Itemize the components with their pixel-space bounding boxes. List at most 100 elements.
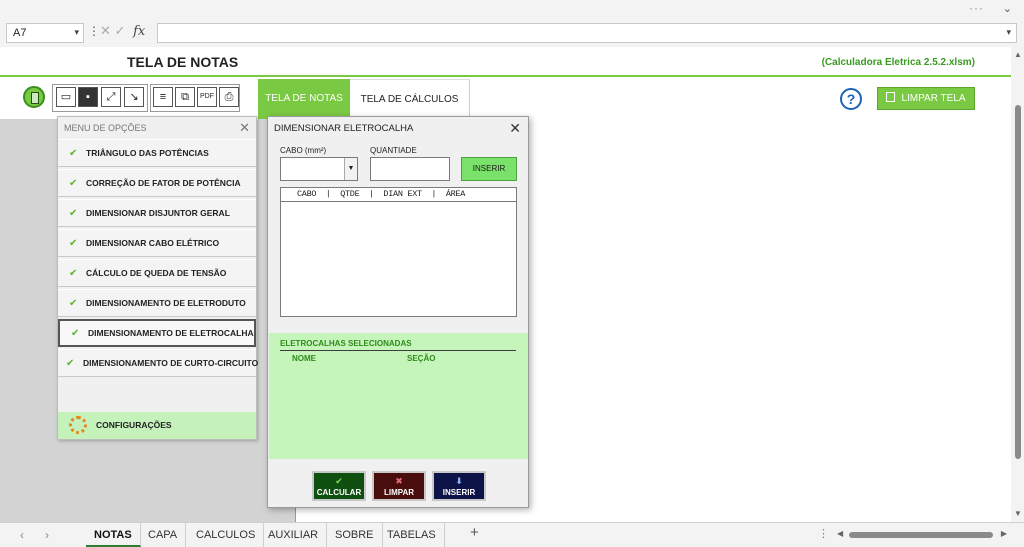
formula-bar: A7 ▾ ⋮ ✕ ✓ fx ▾ xyxy=(0,20,1024,46)
scroll-right-icon[interactable]: ▶ xyxy=(1001,529,1007,538)
limpar-tela-button[interactable]: LIMPAR TELA xyxy=(877,87,975,110)
menu-item-label: TRIÂNGULO DAS POTÊNCIAS xyxy=(86,148,209,158)
check-icon: ✔ xyxy=(69,298,78,309)
formula-options-icon[interactable]: ⋮ xyxy=(88,24,100,38)
check-icon: ✔ xyxy=(335,476,343,486)
fullscreen-icon[interactable]: ⤢ xyxy=(101,87,121,107)
menu-item-triangulo-potencias[interactable]: ✔ TRIÂNGULO DAS POTÊNCIAS xyxy=(58,139,256,167)
scroll-left-icon[interactable]: ◀ xyxy=(837,529,843,538)
column-secao: SEÇÃO xyxy=(407,354,436,363)
name-box[interactable]: A7 ▾ xyxy=(6,23,84,43)
limpar-tela-label: LIMPAR TELA xyxy=(901,93,966,104)
save-as-icon[interactable]: ▪ xyxy=(78,87,98,107)
sheet-tab-tabelas[interactable]: TABELAS xyxy=(379,523,445,547)
menu-item-eletrocalha[interactable]: ✔ DIMENSIONAMENTO DE ELETROCALHA xyxy=(58,319,256,347)
check-icon: ✔ xyxy=(71,328,80,339)
window-top-strip: ··· ⌄ xyxy=(0,0,1024,20)
copy-icon[interactable]: ⧉ xyxy=(175,87,195,107)
arrow-down-icon: ⬇ xyxy=(455,476,463,486)
sheet-tab-notas[interactable]: NOTAS xyxy=(86,523,141,547)
cabo-label: CABO (mm²) xyxy=(280,146,327,155)
menu-item-disjuntor-geral[interactable]: ✔ DIMENSIONAR DISJUNTOR GERAL xyxy=(58,199,256,227)
next-sheet-icon[interactable]: › xyxy=(45,528,49,542)
menu-item-label: DIMENSIONAMENTO DE ELETRODUTO xyxy=(86,298,246,308)
save-icon[interactable]: ▭ xyxy=(56,87,76,107)
scroll-thumb[interactable] xyxy=(849,532,993,538)
limpar-label: LIMPAR xyxy=(383,488,415,497)
menu-item-curto-circuito[interactable]: ✔ DIMENSIONAMENTO DE CURTO-CIRCUITO xyxy=(58,349,258,377)
cell-reference: A7 xyxy=(13,27,27,39)
close-icon[interactable]: ✕ xyxy=(509,120,521,137)
menu-item-label: DIMENSIONAMENTO DE ELETROCALHA xyxy=(88,328,254,338)
check-icon: ✔ xyxy=(69,178,78,189)
menu-item-eletroduto[interactable]: ✔ DIMENSIONAMENTO DE ELETRODUTO xyxy=(58,289,256,317)
insert-function-icon[interactable]: fx xyxy=(133,24,145,39)
pdf-icon[interactable]: PDF xyxy=(197,87,217,107)
check-icon: ✔ xyxy=(66,358,75,369)
menu-item-fator-potencia[interactable]: ✔ CORREÇÃO DE FATOR DE POTÊNCIA xyxy=(58,169,256,197)
close-icon[interactable]: ✕ xyxy=(239,120,250,136)
inserir-label: INSERIR xyxy=(442,488,476,497)
sheet-tab-capa[interactable]: CAPA xyxy=(140,523,187,547)
scroll-thumb[interactable] xyxy=(1015,105,1021,459)
check-icon: ✔ xyxy=(69,238,78,249)
cabos-list[interactable]: CABO | QTDE | DIAN EXT | ÁREA xyxy=(280,187,517,317)
chevron-down-icon[interactable]: ▼ xyxy=(344,158,357,180)
calcular-label: CALCULAR xyxy=(316,488,362,497)
expand-formula-icon[interactable]: ▾ xyxy=(1006,27,1011,38)
help-icon[interactable]: ? xyxy=(840,88,862,110)
list-header: CABO | QTDE | DIAN EXT | ÁREA xyxy=(281,188,516,202)
horizontal-scrollbar[interactable]: ◀ ▶ xyxy=(837,529,1007,539)
close-icon: ✖ xyxy=(395,476,403,486)
minimize-icon[interactable]: ↘ xyxy=(124,87,144,107)
menu-item-label: CORREÇÃO DE FATOR DE POTÊNCIA xyxy=(86,178,241,188)
cabo-select[interactable]: ▼ xyxy=(280,157,358,181)
more-options-icon[interactable]: ⋮ xyxy=(818,527,829,540)
more-options-icon[interactable]: ··· xyxy=(969,1,984,15)
scroll-down-icon[interactable]: ▼ xyxy=(1014,509,1022,518)
gear-icon xyxy=(69,416,87,434)
divider xyxy=(280,350,516,351)
inserir-cabo-button[interactable]: INSERIR xyxy=(461,157,517,181)
toolbar: ▭ ▪ ⤢ ↘ ≡ ⧉ PDF ⎙ TELA DE NOTAS TELA DE … xyxy=(0,79,1011,119)
dimensionar-eletrocalha-dialog: DIMENSIONAR ELETROCALHA ✕ CABO (mm²) ▼ Q… xyxy=(267,116,529,508)
selected-eletrocalhas-panel: ELETROCALHAS SELECIONADAS NOME SEÇÃO xyxy=(269,333,528,459)
column-nome: NOME xyxy=(292,354,316,363)
scroll-up-icon[interactable]: ▲ xyxy=(1014,50,1022,59)
sheet-tab-calculos[interactable]: CALCULOS xyxy=(188,523,265,547)
print-icon[interactable]: ⎙ xyxy=(219,87,239,107)
vertical-scrollbar[interactable]: ▲ ▼ xyxy=(1011,47,1024,522)
check-icon: ✔ xyxy=(69,268,78,279)
confirm-icon[interactable]: ✓ xyxy=(115,23,126,38)
menu-item-cabo-eletrico[interactable]: ✔ DIMENSIONAR CABO ELÉTRICO xyxy=(58,229,256,257)
collapse-ribbon-icon[interactable]: ⌄ xyxy=(1003,2,1012,15)
chevron-down-icon[interactable]: ▾ xyxy=(74,27,79,38)
formula-input[interactable]: ▾ xyxy=(157,23,1017,43)
title-row: TELA DE NOTAS (Calculadora Eletrica 2.5.… xyxy=(0,47,1011,77)
limpar-button[interactable]: ✖ LIMPAR xyxy=(372,471,426,501)
options-menu: MENU DE OPÇÕES ✕ ✔ TRIÂNGULO DAS POTÊNCIA… xyxy=(57,116,258,440)
sheet-tabs-bar: ‹ › NOTAS CAPA CALCULOS AUXILIAR SOBRE T… xyxy=(0,522,1024,547)
menu-item-label: DIMENSIONAR CABO ELÉTRICO xyxy=(86,238,220,248)
inserir-button[interactable]: ⬇ INSERIR xyxy=(432,471,486,501)
notes-icon[interactable]: ≡ xyxy=(153,87,173,107)
cancel-icon[interactable]: ✕ xyxy=(100,23,111,38)
prev-sheet-icon[interactable]: ‹ xyxy=(20,528,24,542)
quantidade-input[interactable] xyxy=(370,157,450,181)
check-icon: ✔ xyxy=(69,148,78,159)
check-icon: ✔ xyxy=(69,208,78,219)
sheet-tab-auxiliar[interactable]: AUXILIAR xyxy=(260,523,328,547)
trash-icon xyxy=(886,92,896,102)
calcular-button[interactable]: ✔ CALCULAR xyxy=(312,471,366,501)
selected-title: ELETROCALHAS SELECIONADAS xyxy=(280,339,412,348)
menu-item-configuracoes[interactable]: CONFIGURAÇÕES xyxy=(58,412,256,439)
sheet-tab-sobre[interactable]: SOBRE xyxy=(327,523,383,547)
menu-item-queda-tensao[interactable]: ✔ CÁLCULO DE QUEDA DE TENSÃO xyxy=(58,259,256,287)
tab-tela-de-notas[interactable]: TELA DE NOTAS xyxy=(258,79,350,119)
menu-item-label: CÁLCULO DE QUEDA DE TENSÃO xyxy=(86,268,227,278)
quantidade-label: QUANTIADE xyxy=(370,146,417,155)
add-sheet-icon[interactable]: + xyxy=(470,524,479,541)
formula-actions: ✕ ✓ fx xyxy=(100,23,145,39)
tab-tela-de-calculos[interactable]: TELA DE CÁLCULOS xyxy=(350,79,470,119)
calculator-icon[interactable] xyxy=(23,86,45,108)
